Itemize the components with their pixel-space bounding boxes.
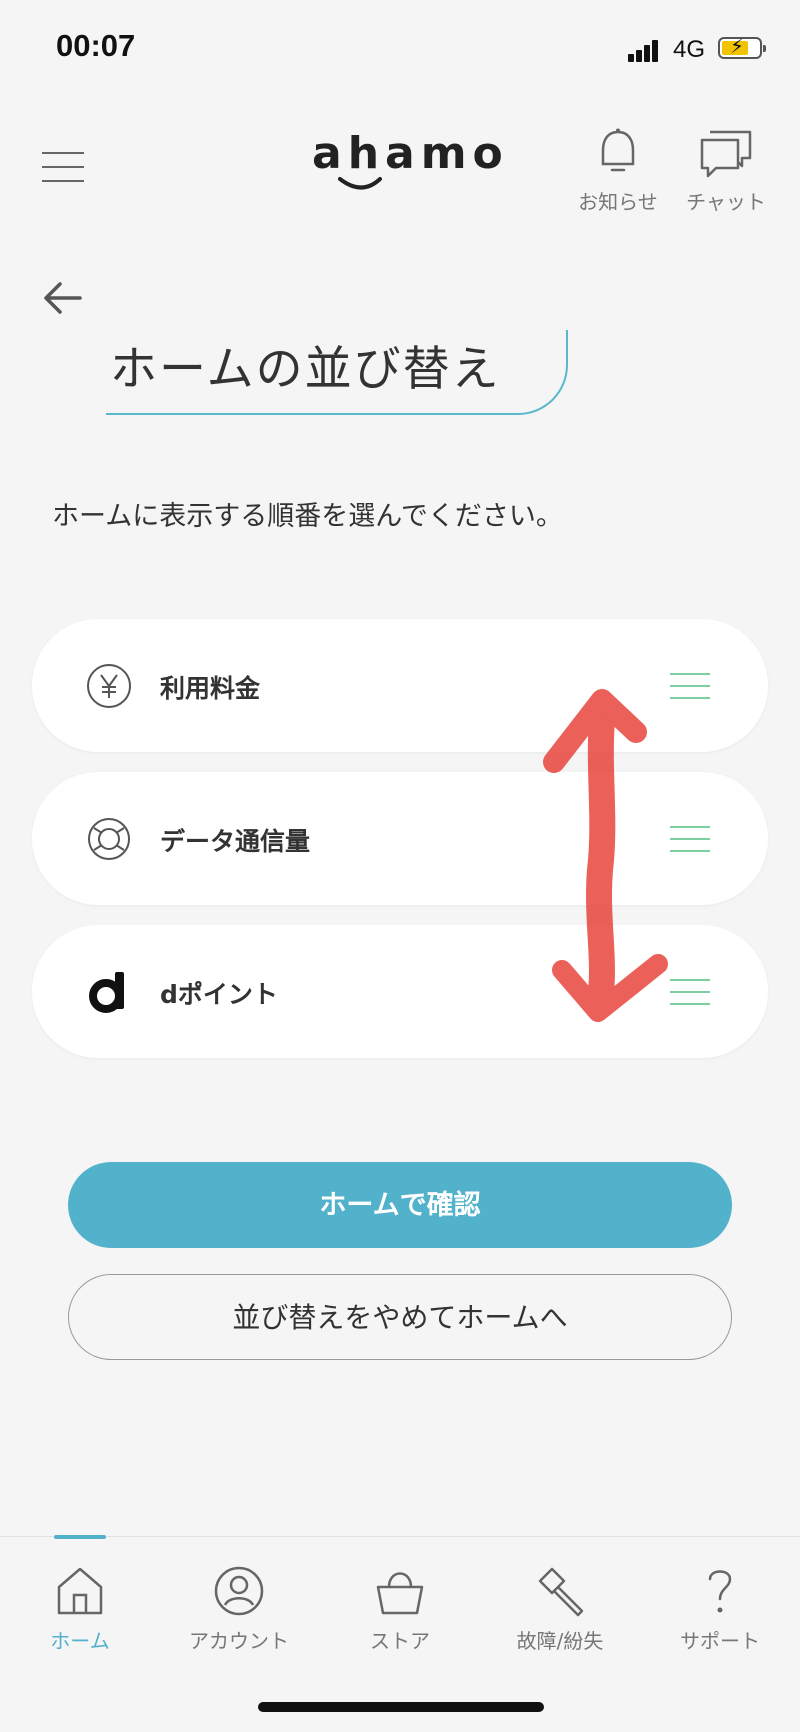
item-label: dポイント xyxy=(160,980,278,1009)
home-icon xyxy=(57,1567,103,1615)
confirm-home-button[interactable]: ホームで確認 xyxy=(68,1162,732,1248)
nav-label: 故障/紛失 xyxy=(516,1629,604,1653)
hamburger-menu-icon[interactable] xyxy=(42,150,86,184)
nav-label: ストア xyxy=(370,1629,430,1653)
active-tab-indicator xyxy=(54,1535,106,1539)
ahamo-logo: ahamo xyxy=(300,128,503,198)
nav-label: アカウント xyxy=(189,1629,289,1653)
list-item-data-usage[interactable]: データ通信量 xyxy=(32,772,768,905)
list-item-d-point[interactable]: dポイント xyxy=(32,925,768,1058)
bell-icon xyxy=(601,128,635,172)
drag-handle-icon[interactable] xyxy=(670,671,712,701)
notice-label: お知らせ xyxy=(578,190,658,214)
d-point-icon xyxy=(89,972,124,1013)
question-icon xyxy=(708,1570,732,1613)
data-usage-icon xyxy=(88,818,130,860)
nav-label: ホーム xyxy=(50,1629,110,1653)
notice-button[interactable]: お知らせ xyxy=(563,128,673,218)
status-bar: 00:07 4G ⚡ xyxy=(0,0,800,100)
item-label: データ通信量 xyxy=(160,827,311,856)
account-icon xyxy=(214,1566,264,1616)
signal-icon xyxy=(628,36,664,62)
tab-support[interactable]: サポート xyxy=(650,1565,790,1665)
chat-button[interactable]: チャット xyxy=(671,128,781,218)
battery-charging-icon: ⚡ xyxy=(718,36,766,59)
nav-label: サポート xyxy=(680,1629,760,1653)
hammer-icon xyxy=(538,1567,584,1617)
page-title: ホームの並び替え xyxy=(110,342,501,397)
logo-smile-icon xyxy=(338,177,382,190)
drag-handle-icon[interactable] xyxy=(670,824,712,854)
cancel-reorder-button[interactable]: 並び替えをやめてホームへ xyxy=(68,1274,732,1360)
instruction-text: ホームに表示する順番を選んでください。 xyxy=(52,501,563,532)
arrow-left-icon xyxy=(44,282,82,314)
store-basket-icon xyxy=(376,1572,424,1615)
chat-icon xyxy=(700,130,752,178)
tab-repair[interactable]: 故障/紛失 xyxy=(490,1565,630,1665)
back-button[interactable] xyxy=(40,276,88,320)
tab-home[interactable]: ホーム xyxy=(10,1565,150,1665)
tab-store[interactable]: ストア xyxy=(330,1565,470,1665)
item-label: 利用料金 xyxy=(160,674,261,703)
yen-icon xyxy=(87,664,131,708)
status-time: 00:07 xyxy=(56,28,136,63)
network-type: 4G xyxy=(673,36,706,63)
tab-account[interactable]: アカウント xyxy=(169,1565,309,1665)
home-indicator xyxy=(258,1702,544,1712)
drag-handle-icon[interactable] xyxy=(670,977,712,1007)
chat-label: チャット xyxy=(686,190,766,214)
reorder-list: 利用料金 データ通信量 dポイント xyxy=(32,619,768,1078)
list-item-usage-fee[interactable]: 利用料金 xyxy=(32,619,768,752)
